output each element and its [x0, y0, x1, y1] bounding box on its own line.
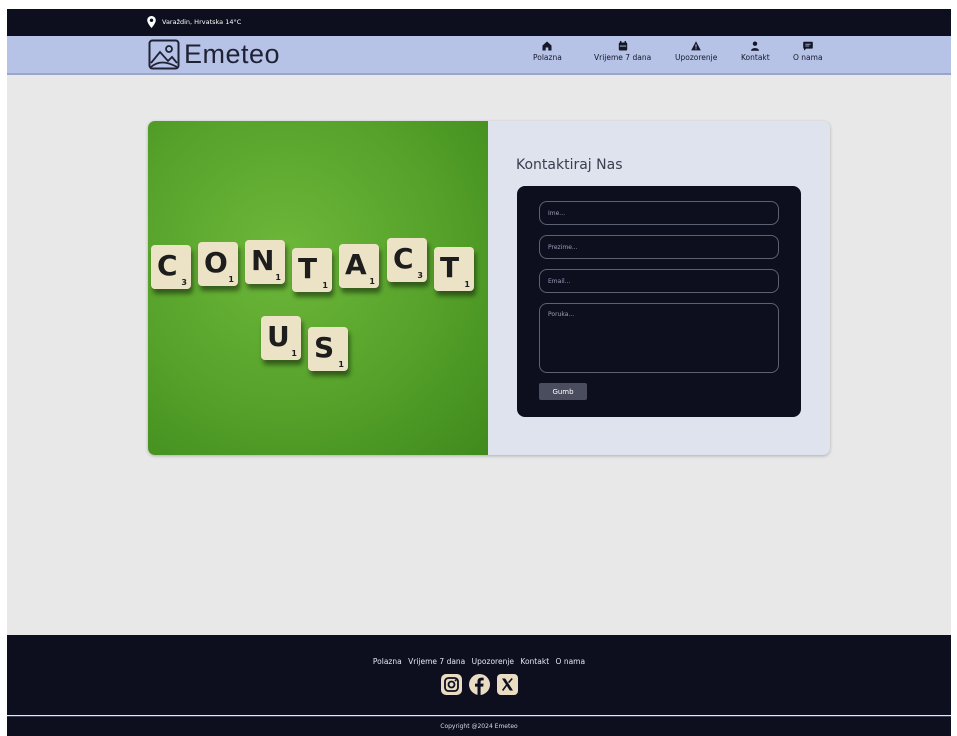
page: Varaždin, Hrvatska 14°C Emeteo Polazna V…: [7, 9, 951, 736]
x-icon[interactable]: [496, 674, 518, 695]
scrabble-tile: T1: [434, 247, 474, 291]
home-icon: [542, 41, 552, 51]
location-info: Varaždin, Hrvatska 14°C: [147, 16, 241, 28]
nav-item-o-nama[interactable]: O nama: [793, 41, 823, 62]
person-icon: [751, 41, 760, 51]
scrabble-tile: N1: [245, 240, 285, 284]
scrabble-tile: C3: [387, 238, 427, 282]
footer-link-polazna[interactable]: Polazna: [373, 657, 402, 666]
nav-item-kontakt[interactable]: Kontakt: [741, 41, 770, 62]
scrabble-tile: A1: [339, 244, 379, 288]
top-bar: Varaždin, Hrvatska 14°C: [7, 9, 951, 36]
last-name-input[interactable]: Prezime...: [539, 235, 779, 259]
footer: Polazna Vrijeme 7 dana Upozorenje Kontak…: [7, 635, 951, 715]
nav-label: Vrijeme 7 dana: [594, 53, 652, 62]
contact-card: C3 O1 N1 T1 A1 C3 T1 U1 S1 Kontaktiraj N…: [148, 121, 830, 455]
copyright-text: Copyright @2024 Emeteo: [440, 723, 518, 730]
scrabble-tile: T1: [292, 248, 332, 292]
nav-item-polazna[interactable]: Polazna: [533, 41, 562, 62]
footer-link-o-nama[interactable]: O nama: [556, 657, 586, 666]
social-links: [7, 674, 951, 695]
copyright-bar: Copyright @2024 Emeteo: [7, 716, 951, 736]
contact-form: Ime... Prezime... Email... Poruka... Gum…: [517, 186, 801, 417]
navbar: Emeteo Polazna Vrijeme 7 dana Upozorenje…: [7, 36, 951, 75]
nav-label: Polazna: [533, 53, 562, 62]
instagram-icon[interactable]: [440, 674, 462, 695]
facebook-icon[interactable]: [468, 674, 490, 695]
chat-icon: [802, 41, 813, 51]
warning-icon: [691, 41, 701, 51]
calendar-icon: [618, 41, 627, 51]
message-textarea[interactable]: Poruka...: [539, 303, 779, 373]
scrabble-tile: S1: [308, 327, 348, 371]
nav-label: Upozorenje: [675, 53, 718, 62]
footer-links: Polazna Vrijeme 7 dana Upozorenje Kontak…: [7, 657, 951, 666]
contact-us-image: C3 O1 N1 T1 A1 C3 T1 U1 S1: [148, 121, 488, 455]
nav-item-vrijeme[interactable]: Vrijeme 7 dana: [594, 41, 651, 62]
footer-link-kontakt[interactable]: Kontakt: [520, 657, 549, 666]
scrabble-tile: C3: [151, 245, 191, 289]
location-weather-text: Varaždin, Hrvatska 14°C: [162, 18, 242, 26]
email-input[interactable]: Email...: [539, 269, 779, 293]
location-pin-icon: [147, 16, 156, 28]
footer-link-vrijeme[interactable]: Vrijeme 7 dana: [408, 657, 465, 666]
footer-link-upozorenje[interactable]: Upozorenje: [472, 657, 514, 666]
contact-heading: Kontaktiraj Nas: [516, 157, 623, 173]
first-name-input[interactable]: Ime...: [539, 201, 779, 225]
scrabble-tile: U1: [261, 316, 301, 360]
nav-label: Kontakt: [741, 53, 770, 62]
nav-item-upozorenje[interactable]: Upozorenje: [675, 41, 717, 62]
scrabble-tile: O1: [198, 242, 238, 286]
nav-label: O nama: [793, 53, 823, 62]
submit-button[interactable]: Gumb: [539, 383, 587, 400]
